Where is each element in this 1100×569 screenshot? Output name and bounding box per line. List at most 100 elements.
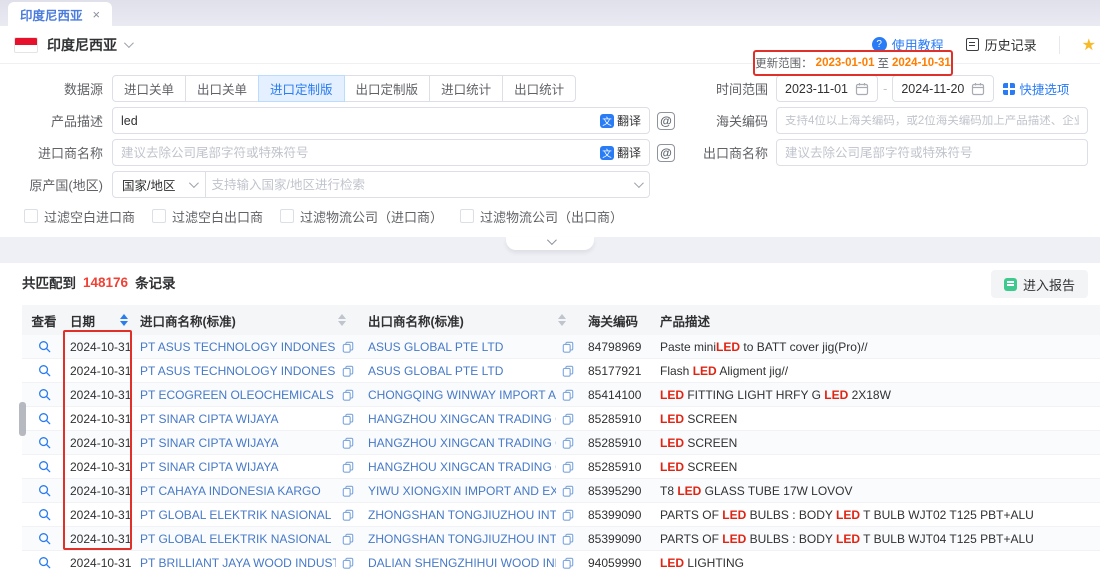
exporter-link[interactable]: CHONGQING WINWAY IMPORT AND E...: [368, 388, 556, 402]
origin-type-select[interactable]: 国家/地区: [113, 172, 206, 197]
importer-link[interactable]: PT ASUS TECHNOLOGY INDONESIA BA...: [140, 364, 336, 378]
copy-icon[interactable]: [562, 365, 574, 377]
highlighted-term: LED: [722, 508, 746, 522]
copy-icon[interactable]: [562, 533, 574, 545]
product-desc-field[interactable]: 翻译: [112, 107, 650, 134]
filter-checkbox[interactable]: 过滤物流公司（进口商）: [280, 207, 443, 226]
importer-name-field[interactable]: 翻译: [112, 139, 650, 166]
hs-code-cell: 85177921: [584, 364, 656, 378]
view-record-button[interactable]: [38, 460, 51, 473]
copy-icon[interactable]: [342, 341, 354, 353]
product-desc-input[interactable]: [121, 114, 595, 128]
view-record-button[interactable]: [38, 532, 51, 545]
data-source-option[interactable]: 进口关单: [112, 75, 186, 102]
exporter-link[interactable]: ZHONGSHAN TONGJIUZHOU INTERNA...: [368, 508, 556, 522]
sort-icon[interactable]: [120, 314, 128, 326]
chevron-down-icon[interactable]: [124, 38, 134, 48]
origin-country-field[interactable]: 国家/地区: [112, 171, 650, 198]
history-link[interactable]: 历史记录: [966, 35, 1037, 54]
close-icon[interactable]: [93, 7, 101, 22]
filter-checkbox[interactable]: 过滤空白出口商: [152, 207, 263, 226]
collapse-panel-handle[interactable]: [506, 237, 594, 250]
copy-icon[interactable]: [342, 365, 354, 377]
date-end-input[interactable]: [901, 82, 966, 96]
view-record-button[interactable]: [38, 508, 51, 521]
update-range-annotation: 更新范围： 2023-01-01 至 2024-10-31: [753, 50, 953, 76]
copy-icon[interactable]: [562, 413, 574, 425]
copy-icon[interactable]: [562, 485, 574, 497]
importer-link[interactable]: PT ASUS TECHNOLOGY INDONESIA BA...: [140, 340, 336, 354]
exporter-name-field[interactable]: [776, 139, 1088, 166]
column-header[interactable]: 日期: [66, 305, 136, 335]
copy-icon[interactable]: [562, 557, 574, 569]
importer-link[interactable]: PT SINAR CIPTA WIJAYA: [140, 460, 336, 474]
exporter-link[interactable]: HANGZHOU XINGCAN TRADING CO LTD: [368, 436, 556, 450]
data-source-option[interactable]: 进口定制版: [258, 75, 345, 102]
exporter-link[interactable]: ASUS GLOBAL PTE LTD: [368, 340, 556, 354]
copy-icon[interactable]: [342, 485, 354, 497]
view-record-button[interactable]: [38, 364, 51, 377]
copy-icon[interactable]: [342, 437, 354, 449]
date-start-field[interactable]: [776, 75, 878, 102]
importer-link[interactable]: PT BRILLIANT JAYA WOOD INDUSTRY: [140, 556, 336, 569]
data-source-option[interactable]: 出口统计: [502, 75, 576, 102]
copy-icon[interactable]: [562, 509, 574, 521]
exporter-name-input[interactable]: [785, 146, 1079, 160]
view-record-button[interactable]: [38, 436, 51, 449]
view-record-button[interactable]: [38, 340, 51, 353]
importer-name-input[interactable]: [121, 146, 595, 160]
copy-icon[interactable]: [342, 533, 354, 545]
view-record-button[interactable]: [38, 412, 51, 425]
importer-link[interactable]: PT GLOBAL ELEKTRIK NASIONAL: [140, 508, 336, 522]
data-source-option[interactable]: 出口定制版: [344, 75, 431, 102]
date-end-field[interactable]: [892, 75, 994, 102]
column-header[interactable]: 进口商名称(标准): [136, 305, 364, 335]
exporter-link[interactable]: ZHONGSHAN TONGJIUZHOU INTERNA...: [368, 532, 556, 546]
quick-options-link[interactable]: 快捷选项: [1003, 79, 1069, 98]
filter-checkbox[interactable]: 过滤空白进口商: [24, 207, 135, 226]
copy-icon[interactable]: [342, 509, 354, 521]
importer-link[interactable]: PT GLOBAL ELEKTRIK NASIONAL: [140, 532, 336, 546]
copy-icon[interactable]: [562, 461, 574, 473]
exporter-link[interactable]: ASUS GLOBAL PTE LTD: [368, 364, 556, 378]
data-source-option[interactable]: 出口关单: [185, 75, 259, 102]
exporter-link[interactable]: HANGZHOU XINGCAN TRADING CO LTD: [368, 460, 556, 474]
date-range-separator: -: [883, 81, 887, 96]
view-record-button[interactable]: [38, 388, 51, 401]
copy-icon[interactable]: [562, 389, 574, 401]
translate-button[interactable]: 翻译: [600, 144, 641, 161]
sort-icon[interactable]: [338, 314, 346, 326]
view-record-button[interactable]: [38, 556, 51, 569]
filter-checkbox[interactable]: 过滤物流公司（出口商）: [460, 207, 623, 226]
copy-icon[interactable]: [342, 413, 354, 425]
copy-icon[interactable]: [342, 461, 354, 473]
importer-link[interactable]: PT ECOGREEN OLEOCHEMICALS: [140, 388, 336, 402]
view-record-button[interactable]: [38, 484, 51, 497]
exporter-link[interactable]: YIWU XIONGXIN IMPORT AND EXPORT...: [368, 484, 556, 498]
scrollbar-thumb[interactable]: [19, 402, 26, 436]
checkbox-box[interactable]: [152, 209, 166, 223]
importer-link[interactable]: PT CAHAYA INDONESIA KARGO: [140, 484, 336, 498]
copy-icon[interactable]: [562, 437, 574, 449]
data-source-option[interactable]: 进口统计: [429, 75, 503, 102]
importer-link[interactable]: PT SINAR CIPTA WIJAYA: [140, 412, 336, 426]
copy-icon[interactable]: [562, 341, 574, 353]
translate-button[interactable]: 翻译: [600, 112, 641, 129]
exporter-link[interactable]: DALIAN SHENGZHIHUI WOOD INDUST...: [368, 556, 556, 569]
importer-link[interactable]: PT SINAR CIPTA WIJAYA: [140, 436, 336, 450]
hs-code-field[interactable]: [776, 107, 1088, 134]
enter-report-button[interactable]: 进入报告: [991, 270, 1088, 298]
hs-code-input[interactable]: [785, 115, 1079, 127]
date-start-input[interactable]: [785, 82, 850, 96]
checkbox-box[interactable]: [280, 209, 294, 223]
copy-icon[interactable]: [342, 389, 354, 401]
favorite-star-icon[interactable]: [1082, 35, 1096, 55]
tab-indonesia[interactable]: 印度尼西亚: [8, 2, 112, 26]
origin-search-input[interactable]: [211, 178, 629, 192]
copy-icon[interactable]: [342, 557, 354, 569]
column-header[interactable]: 出口商名称(标准): [364, 305, 584, 335]
exporter-link[interactable]: HANGZHOU XINGCAN TRADING CO LTD: [368, 412, 556, 426]
checkbox-box[interactable]: [460, 209, 474, 223]
checkbox-box[interactable]: [24, 209, 38, 223]
sort-icon[interactable]: [558, 314, 566, 326]
